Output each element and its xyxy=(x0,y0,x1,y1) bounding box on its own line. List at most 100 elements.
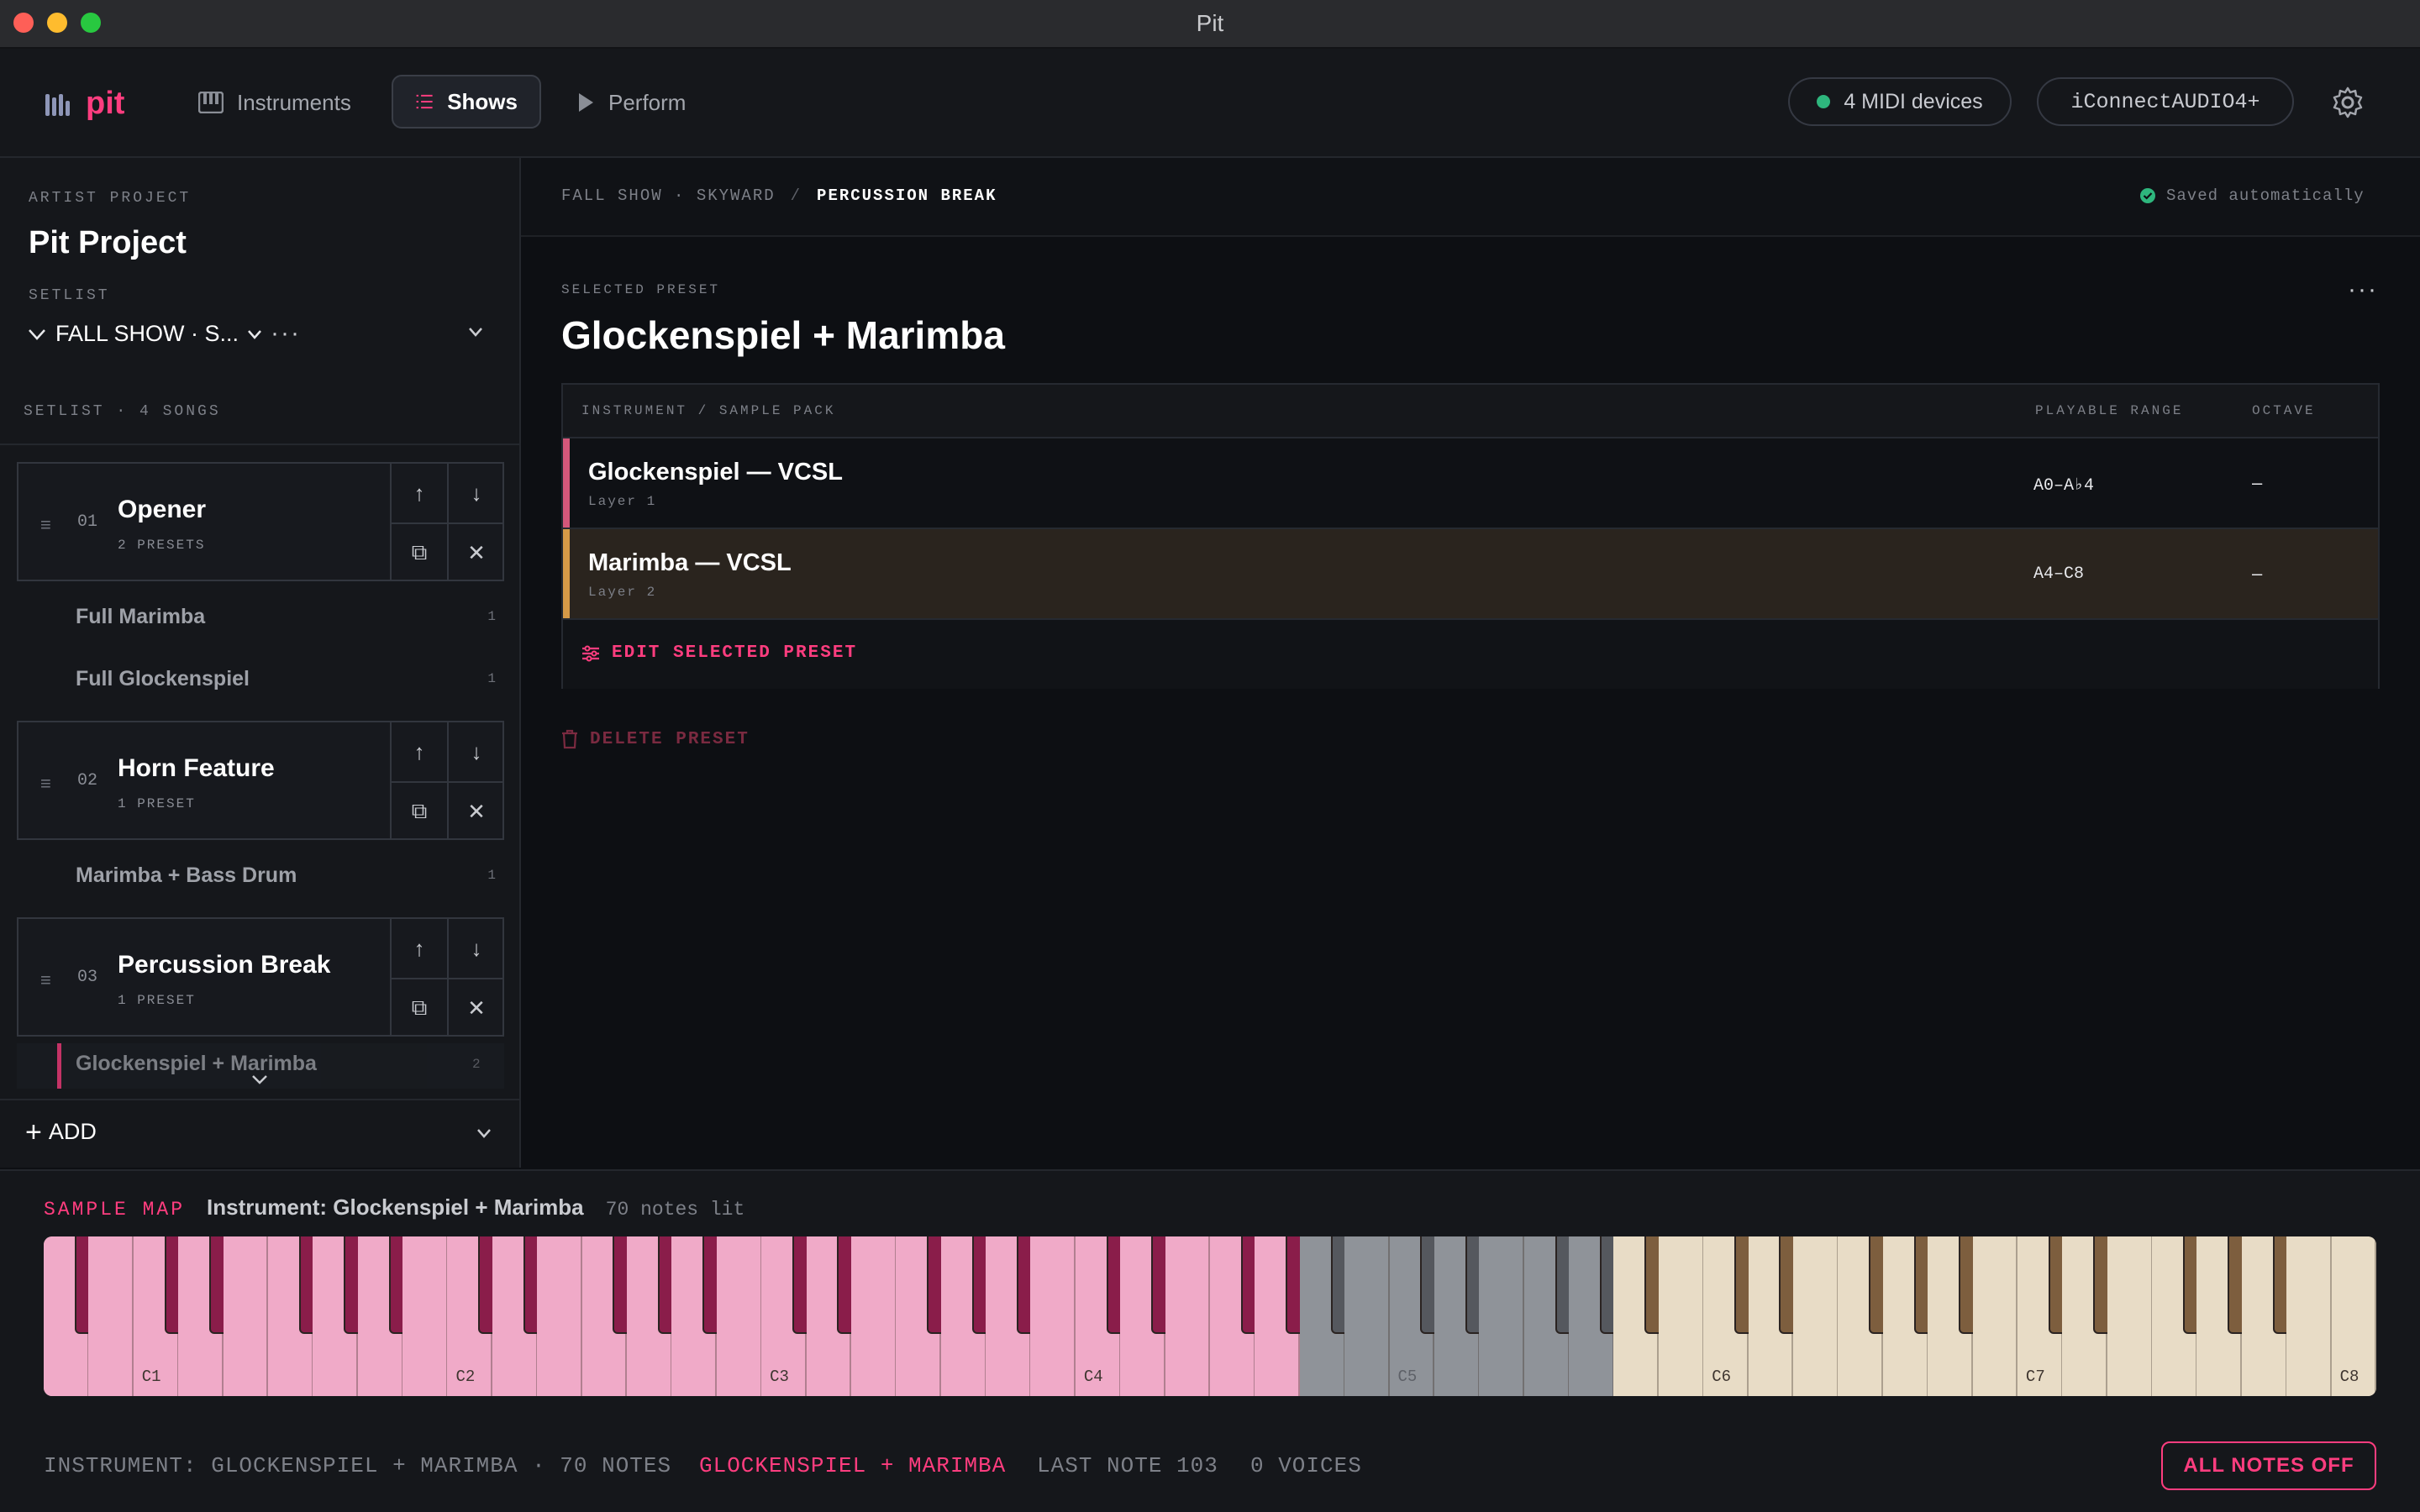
white-key[interactable] xyxy=(88,1236,134,1396)
nav-shows[interactable]: Shows xyxy=(392,75,541,129)
white-key[interactable] xyxy=(2107,1236,2153,1396)
settings-button[interactable] xyxy=(2331,86,2365,123)
breadcrumb-separator: / xyxy=(790,186,802,205)
remove-button[interactable]: ✕ xyxy=(447,978,504,1037)
drag-handle-icon[interactable]: ≡ xyxy=(40,773,51,795)
status-instrument: INSTRUMENT: GLOCKENSPIEL + MARIMBA · 70 … xyxy=(44,1453,672,1478)
delete-preset-label: DELETE PRESET xyxy=(590,729,750,749)
table-row[interactable]: Glockenspiel — VCSL Layer 1 A0–A♭4 – xyxy=(563,437,2378,528)
status-last-note: LAST NOTE 103 xyxy=(1037,1453,1218,1478)
drag-handle-icon[interactable]: ≡ xyxy=(40,969,51,991)
white-key[interactable] xyxy=(850,1236,897,1396)
edit-row: EDIT SELECTED PRESET xyxy=(563,618,2378,689)
sample-map: SAMPLE MAP Instrument: Glockenspiel + Ma… xyxy=(0,1169,2420,1423)
arrow-up-icon: ↑ xyxy=(413,935,425,961)
white-key[interactable] xyxy=(537,1236,583,1396)
white-key[interactable] xyxy=(1479,1236,1525,1396)
status-voices: 0 VOICES xyxy=(1250,1453,1362,1478)
white-key[interactable] xyxy=(1972,1236,2018,1396)
move-down-button[interactable]: ↓ xyxy=(447,919,504,978)
white-key[interactable] xyxy=(1793,1236,1839,1396)
remove-button[interactable]: ✕ xyxy=(447,522,504,581)
octave-value[interactable]: – xyxy=(2252,472,2262,494)
breadcrumb-show[interactable]: FALL SHOW · SKYWARD xyxy=(561,186,776,205)
copy-icon: ⧉ xyxy=(411,798,428,823)
edit-preset-label: EDIT SELECTED PRESET xyxy=(612,643,858,663)
preset-item[interactable]: Full Marimba 1 xyxy=(76,591,496,642)
edit-preset-button[interactable]: EDIT SELECTED PRESET xyxy=(581,643,857,663)
project-name: Pit Project xyxy=(29,225,187,260)
layers-table: INSTRUMENT / SAMPLE PACK PLAYABLE RANGE … xyxy=(561,383,2380,689)
breadcrumb-path: FALL SHOW · SKYWARD / PERCUSSION BREAK xyxy=(561,186,997,205)
table-row-selected[interactable]: Marimba — VCSL Layer 2 A4–C8 – xyxy=(563,528,2378,618)
white-key[interactable] xyxy=(402,1236,448,1396)
song-preset-count: 2 PRESETS xyxy=(118,538,206,553)
breadcrumb-current: PERCUSSION BREAK xyxy=(817,186,997,205)
preset-index: 2 xyxy=(472,1057,481,1072)
chevron-down-icon xyxy=(248,329,261,339)
white-key[interactable] xyxy=(1165,1236,1211,1396)
preset-more-button[interactable]: ··· xyxy=(2348,276,2378,304)
nav-instruments[interactable]: Instruments xyxy=(176,76,373,129)
white-key[interactable] xyxy=(223,1236,269,1396)
app-logo[interactable]: pit xyxy=(44,86,124,122)
move-up-button[interactable]: ↑ xyxy=(390,919,447,978)
octave-label: C1 xyxy=(141,1368,161,1386)
duplicate-button[interactable]: ⧉ xyxy=(390,781,447,840)
white-key[interactable] xyxy=(716,1236,762,1396)
setlist-summary: SETLIST · 4 SONGS xyxy=(24,403,221,420)
duplicate-button[interactable]: ⧉ xyxy=(390,978,447,1037)
song-item[interactable]: ≡ 03 Percussion Break 1 PRESET ↑ ↓ ⧉ ✕ xyxy=(17,917,504,1037)
song-item[interactable]: ≡ 02 Horn Feature 1 PRESET ↑ ↓ ⧉ ✕ xyxy=(17,721,504,840)
octave-value[interactable]: – xyxy=(2252,563,2262,585)
white-key[interactable] xyxy=(2286,1236,2333,1396)
white-key[interactable] xyxy=(1030,1236,1076,1396)
nav-perform[interactable]: Perform xyxy=(555,76,708,129)
arrow-down-icon: ↓ xyxy=(471,480,482,506)
white-key[interactable] xyxy=(1658,1236,1704,1396)
octave-label: C4 xyxy=(1083,1368,1103,1386)
preset-item[interactable]: Full Glockenspiel 1 xyxy=(76,654,496,704)
piano-keyboard[interactable]: C1 C2 C3 C4 C5 C6 C7 C8 xyxy=(44,1236,2376,1396)
midi-devices-button[interactable]: 4 MIDI devices xyxy=(1788,77,2012,126)
duplicate-button[interactable]: ⧉ xyxy=(390,522,447,581)
move-up-button[interactable]: ↑ xyxy=(390,722,447,781)
all-notes-off-label: ALL NOTES OFF xyxy=(2183,1454,2354,1477)
song-name: Opener xyxy=(118,496,207,523)
header-range: PLAYABLE RANGE xyxy=(2035,403,2184,418)
song-preset-count: 1 PRESET xyxy=(118,796,196,811)
scroll-more-indicator[interactable] xyxy=(250,1074,269,1089)
piano-icon xyxy=(198,92,224,113)
audio-device-button[interactable]: iConnectAUDIO4+ xyxy=(2037,77,2294,126)
copy-icon: ⧉ xyxy=(411,995,428,1020)
drag-handle-icon[interactable]: ≡ xyxy=(40,514,51,536)
add-button[interactable]: + ADD xyxy=(25,1118,97,1147)
song-preset-count: 1 PRESET xyxy=(118,993,196,1008)
remove-button[interactable]: ✕ xyxy=(447,781,504,840)
delete-preset-button[interactable]: DELETE PRESET xyxy=(561,729,750,749)
all-notes-off-button[interactable]: ALL NOTES OFF xyxy=(2161,1441,2376,1490)
setlist-collapse-button[interactable] xyxy=(467,326,484,342)
white-key[interactable] xyxy=(1344,1236,1391,1396)
sidebar-divider xyxy=(0,444,519,445)
song-item[interactable]: ≡ 01 Opener 2 PRESETS ↑ ↓ ⧉ ✕ xyxy=(17,462,504,581)
close-icon: ✕ xyxy=(467,539,486,565)
move-up-button[interactable]: ↑ xyxy=(390,464,447,522)
move-down-button[interactable]: ↓ xyxy=(447,464,504,522)
nav-shows-label: Shows xyxy=(447,88,518,114)
chevron-down-icon xyxy=(252,1075,267,1084)
layer-label: Layer 2 xyxy=(588,585,657,600)
octave-label: C7 xyxy=(2025,1368,2045,1386)
setlist-select[interactable]: FALL SHOW · S... xyxy=(27,321,262,347)
preset-name: Glockenspiel + Marimba xyxy=(76,1052,317,1075)
app-logo-text: pit xyxy=(86,86,125,121)
status-preset: GLOCKENSPIEL + MARIMBA xyxy=(699,1453,1007,1478)
trash-icon xyxy=(562,729,577,749)
preset-item[interactable]: Marimba + Bass Drum 1 xyxy=(76,850,496,900)
octave-label: C5 xyxy=(1397,1368,1418,1386)
add-options-button[interactable] xyxy=(476,1127,492,1143)
move-down-button[interactable]: ↓ xyxy=(447,722,504,781)
preset-title: Glockenspiel + Marimba xyxy=(561,313,1005,357)
playable-range: A4–C8 xyxy=(2033,564,2085,584)
setlist-more-button[interactable]: ··· xyxy=(271,319,301,348)
